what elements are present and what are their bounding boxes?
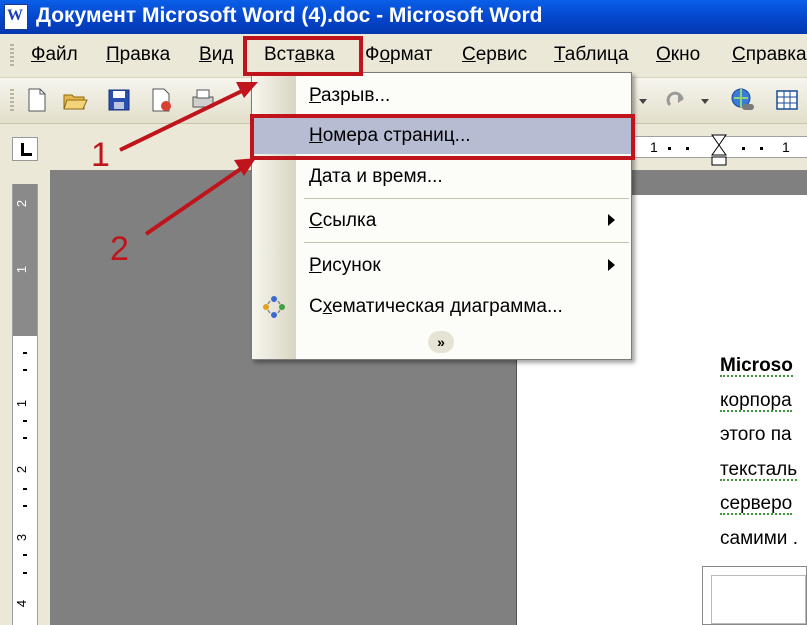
annotation-label-2: 2 [110,230,129,268]
annotation-arrows [119,82,258,236]
annotation-label-1: 1 [91,136,110,174]
